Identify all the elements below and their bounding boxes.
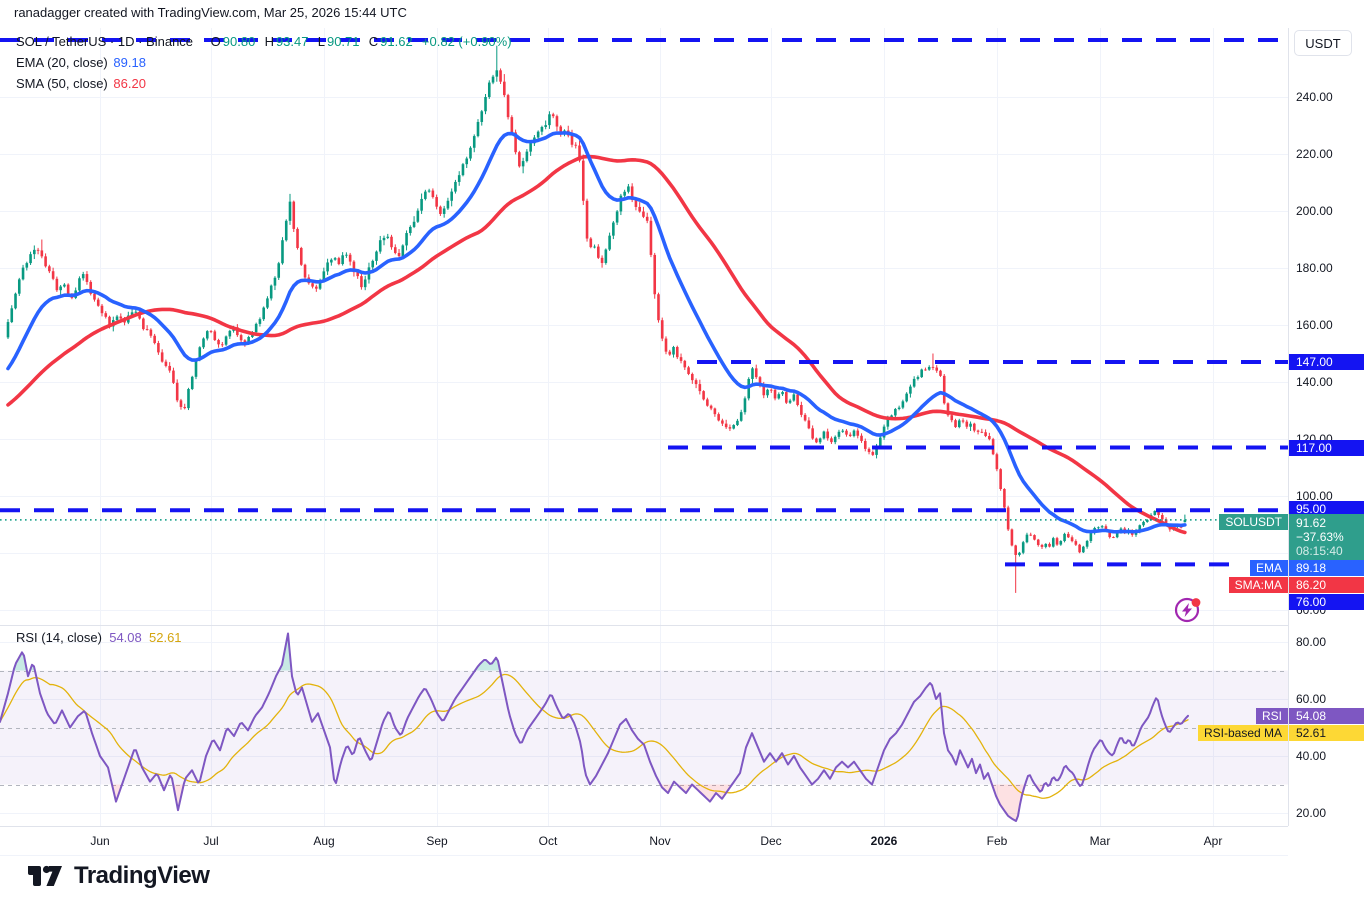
open-label: O <box>211 34 221 49</box>
rsi-ma-value-badge: 52.61 <box>1289 725 1364 741</box>
time-axis-label: Mar <box>1090 834 1111 848</box>
quote-change-pct: −37.63% <box>1296 530 1364 544</box>
ema-legend-value: 89.18 <box>113 55 146 70</box>
tradingview-wordmark: TradingView <box>74 862 209 890</box>
tradingview-footer[interactable]: TradingView <box>26 862 209 890</box>
time-axis-label: Oct <box>539 834 558 848</box>
price-tick-label: 140.00 <box>1296 375 1333 389</box>
tradingview-logo-icon <box>26 863 64 889</box>
symbol-title: SOL / TetherUS · 1D · Binance <box>16 34 193 49</box>
price-tick-label: 180.00 <box>1296 261 1333 275</box>
rsi-legend-value: 54.08 <box>109 630 142 645</box>
open-value: 90.80 <box>223 34 256 49</box>
close-value: 91.62 <box>380 34 413 49</box>
quote-price-badge: 91.62−37.63%08:15:40 <box>1289 514 1364 560</box>
rsi-value-badge: 54.08 <box>1289 708 1364 724</box>
rsi-pane-legend[interactable]: RSI (14, close) 54.08 52.61 <box>16 630 182 645</box>
rsi-legend-label: RSI (14, close) <box>16 630 102 645</box>
chart-canvas[interactable] <box>0 0 1288 856</box>
rsi-tick-label: 80.00 <box>1296 635 1326 649</box>
change-value: +0.82 (+0.90%) <box>422 34 512 49</box>
ema-legend-label: EMA (20, close) <box>16 55 108 70</box>
time-axis-label: Aug <box>313 834 334 848</box>
close-label: C <box>369 34 378 49</box>
sma-label-badge: SMA:MA <box>1229 577 1288 593</box>
quote-symbol-label: SOLUSDT <box>1219 514 1288 530</box>
low-label: L <box>318 34 325 49</box>
time-axis-label: Nov <box>649 834 670 848</box>
rsi-label-badge: RSI <box>1256 708 1288 724</box>
rsi-tick-label: 60.00 <box>1296 692 1326 706</box>
tradingview-chart-page: ranadagger created with TradingView.com,… <box>0 0 1364 912</box>
ema-legend-row[interactable]: EMA (20, close) 89.18 <box>16 54 514 71</box>
boost-lightning-icon[interactable] <box>1172 594 1204 626</box>
low-value: 90.71 <box>327 34 360 49</box>
time-axis-label: Apr <box>1204 834 1223 848</box>
sma-legend-value: 86.20 <box>113 76 146 91</box>
high-value: 93.47 <box>276 34 309 49</box>
price-pane-legend: SOL / TetherUS · 1D · Binance O90.80 H93… <box>16 33 514 96</box>
time-axis-label: 2026 <box>871 834 898 848</box>
sma-value-badge: 86.20 <box>1289 577 1364 593</box>
symbol-row[interactable]: SOL / TetherUS · 1D · Binance O90.80 H93… <box>16 33 514 50</box>
price-tick-label: 200.00 <box>1296 204 1333 218</box>
rsi-ma-legend-value: 52.61 <box>149 630 182 645</box>
quote-last-price: 91.62 <box>1296 516 1364 530</box>
rsi-tick-label: 20.00 <box>1296 806 1326 820</box>
currency-toggle-button[interactable]: USDT <box>1294 30 1352 56</box>
level-price-badge: 117.00 <box>1289 440 1364 456</box>
time-axis-label: Jun <box>90 834 109 848</box>
high-label: H <box>265 34 274 49</box>
time-axis-label: Feb <box>987 834 1008 848</box>
sma-legend-row[interactable]: SMA (50, close) 86.20 <box>16 75 514 92</box>
quote-countdown: 08:15:40 <box>1296 544 1364 558</box>
ema-label-badge: EMA <box>1250 560 1288 576</box>
time-axis-label: Jul <box>203 834 218 848</box>
price-tick-label: 160.00 <box>1296 318 1333 332</box>
time-scale[interactable]: Jun Jul Aug Sep Oct Nov Dec 2026 Feb Mar Apr <box>0 826 1288 856</box>
rsi-ma-label-badge: RSI-based MA <box>1198 725 1288 741</box>
sma-legend-label: SMA (50, close) <box>16 76 108 91</box>
level-price-badge: 76.00 <box>1289 594 1364 610</box>
ema-value-badge: 89.18 <box>1289 560 1364 576</box>
price-tick-label: 220.00 <box>1296 147 1333 161</box>
rsi-tick-label: 40.00 <box>1296 749 1326 763</box>
time-axis-label: Sep <box>426 834 447 848</box>
time-axis-label: Dec <box>760 834 781 848</box>
level-price-badge: 147.00 <box>1289 354 1364 370</box>
price-tick-label: 240.00 <box>1296 90 1333 104</box>
